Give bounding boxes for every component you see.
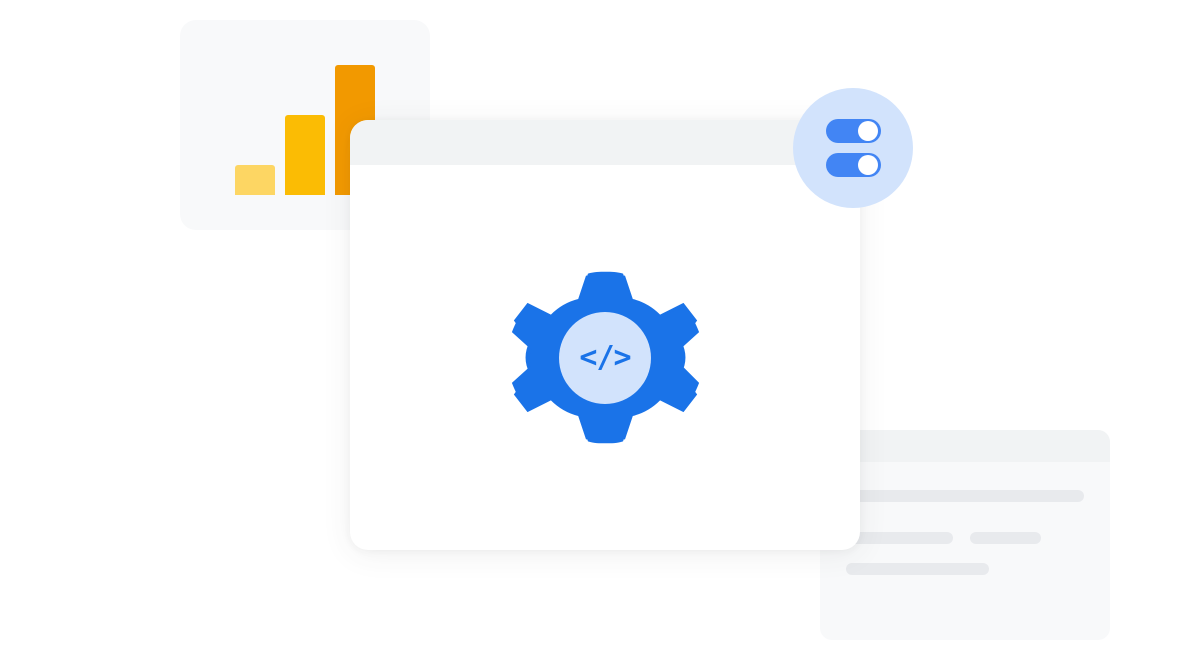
toggle-knob	[858, 121, 878, 141]
gear-center-circle: </>	[559, 312, 651, 404]
code-icon: </>	[579, 340, 630, 375]
text-placeholder-line	[846, 532, 953, 544]
chart-bar-icon	[285, 115, 325, 195]
toggles-badge	[793, 88, 913, 208]
main-config-window: </>	[350, 120, 860, 550]
settings-gear-icon: </>	[508, 260, 703, 455]
toggle-switch-icon	[826, 119, 881, 143]
toggle-switch-icon	[826, 153, 881, 177]
text-placeholder-line	[846, 490, 1084, 502]
document-card-header	[820, 430, 1110, 462]
chart-bar-icon	[235, 165, 275, 195]
toggle-knob	[858, 155, 878, 175]
text-placeholder-line	[970, 532, 1041, 544]
window-body: </>	[350, 165, 860, 550]
document-card	[820, 430, 1110, 640]
window-titlebar	[350, 120, 860, 165]
text-placeholder-line	[846, 563, 989, 575]
document-card-body	[820, 462, 1110, 617]
